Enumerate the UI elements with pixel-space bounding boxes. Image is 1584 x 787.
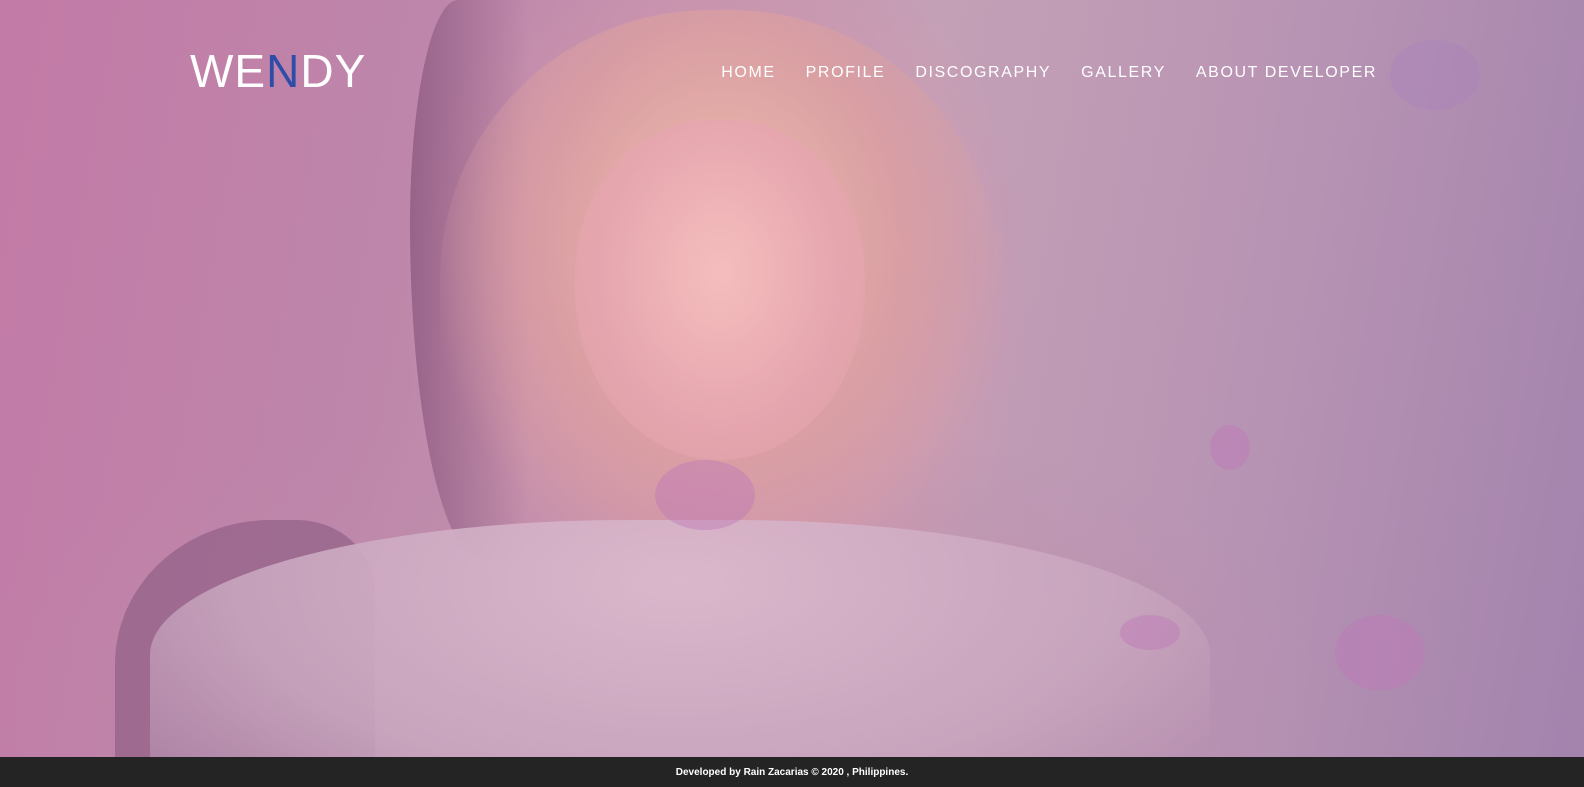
footer: Developed by Rain Zacarias © 2020 , Phil… [0,757,1584,787]
hero-photo-face [575,120,865,460]
footer-credit: Developed by Rain Zacarias © 2020 , Phil… [675,766,909,778]
heart-decoration [655,460,755,530]
nav-profile[interactable]: PROFILE [806,64,886,82]
nav-about-developer[interactable]: ABOUT DEVELOPER [1196,64,1377,82]
site-logo[interactable]: WENDY [190,48,366,94]
main-nav: HOME PROFILE DISCOGRAPHY GALLERY ABOUT D… [721,64,1377,82]
logo-text-accent: N [266,45,301,97]
hero-photo-shirt [150,520,1210,757]
heart-decoration [1210,425,1250,470]
logo-text-end: DY [300,45,367,97]
heart-decoration [1335,615,1425,690]
nav-home[interactable]: HOME [721,64,775,82]
nav-discography[interactable]: DISCOGRAPHY [915,64,1051,82]
heart-decoration [1120,615,1180,650]
logo-text-start: WE [190,45,267,97]
header: WENDY HOME PROFILE DISCOGRAPHY GALLERY A… [0,0,1584,150]
nav-gallery[interactable]: GALLERY [1081,64,1166,82]
